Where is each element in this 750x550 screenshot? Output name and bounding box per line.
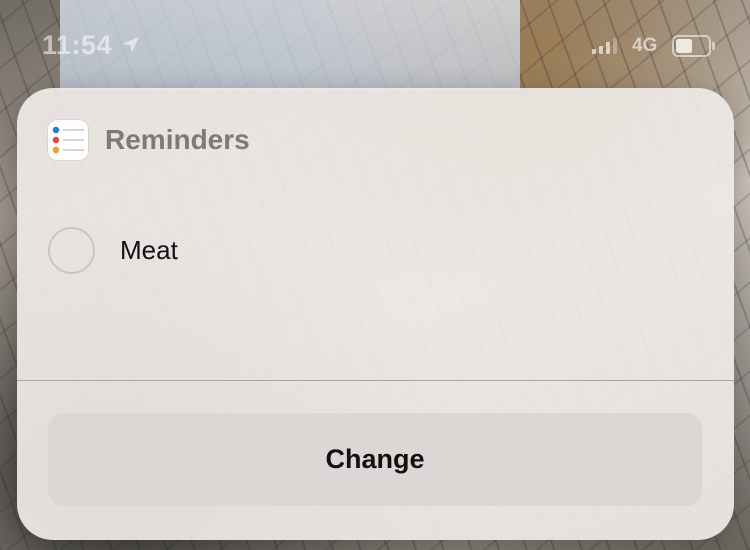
widget-divider: [17, 380, 734, 381]
reminders-widget: Reminders Meat Change: [17, 88, 734, 540]
reminder-item-label: Meat: [120, 234, 178, 265]
widget-header: Reminders: [48, 120, 250, 160]
cellular-signal-icon: [592, 38, 617, 54]
change-button[interactable]: Change: [48, 413, 702, 506]
location-arrow-icon: [122, 36, 140, 53]
status-time: 11:54: [42, 30, 113, 60]
widget-app-title: Reminders: [105, 124, 250, 155]
status-bar: 11:54 4G: [0, 0, 750, 88]
network-type-label: 4G: [632, 35, 658, 56]
reminder-item: Meat: [48, 226, 178, 274]
battery-icon: [672, 35, 715, 57]
reminder-complete-checkbox[interactable]: [48, 226, 95, 274]
reminders-app-icon: [48, 120, 88, 160]
reminders-list-icon: [52, 126, 84, 154]
